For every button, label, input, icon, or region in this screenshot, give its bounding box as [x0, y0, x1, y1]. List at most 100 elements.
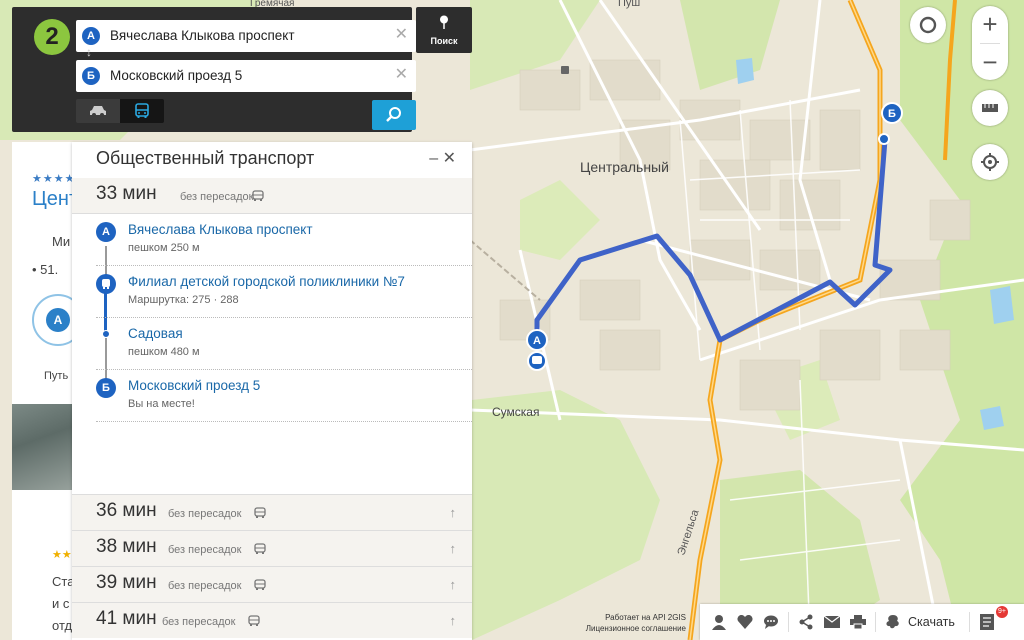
compass-button[interactable] — [910, 7, 946, 43]
expand-arrow-icon[interactable]: ↑ — [450, 505, 457, 520]
download-label[interactable]: Скачать — [908, 615, 955, 629]
zoom-in-button[interactable]: + — [972, 6, 1008, 42]
route-option-alt[interactable]: 39 мин без пересадок ↑ — [72, 566, 472, 602]
poisk-button[interactable]: Поиск — [416, 7, 472, 53]
heart-icon[interactable] — [732, 604, 758, 640]
from-pin-icon: А — [82, 27, 100, 45]
map-bus-icon — [561, 66, 569, 74]
step-name[interactable]: Московский проезд 5 — [128, 378, 260, 393]
step-name[interactable]: Вячеслава Клыкова проспект — [128, 222, 313, 237]
share-icon[interactable] — [793, 604, 819, 640]
license-link[interactable]: Лицензионное соглашение — [572, 623, 686, 634]
credits: Работает на API 2GIS Лицензионное соглаш… — [572, 612, 686, 634]
locate-me-button[interactable] — [972, 144, 1008, 180]
notification-badge: 9+ — [996, 606, 1008, 618]
step-bus-stop[interactable]: Филиал детской городской поликлиники №7 … — [96, 266, 472, 318]
car-mode-button[interactable] — [76, 99, 120, 123]
route-link[interactable]: Путь — [44, 370, 68, 382]
option-bus-icon — [254, 506, 266, 524]
from-field[interactable]: А Вячеслава Клыкова проспект ✕ — [76, 20, 416, 52]
route-marker-b[interactable]: Б — [881, 102, 903, 124]
route-option-alt[interactable]: 38 мин без пересадок ↑ — [72, 530, 472, 566]
step-name[interactable]: Садовая — [128, 326, 183, 341]
app-download-icon[interactable] — [880, 604, 906, 640]
mail-icon[interactable] — [819, 604, 845, 640]
step-exit-stop[interactable]: Садовая пешком 480 м — [96, 318, 472, 370]
expand-arrow-icon[interactable]: ↑ — [450, 613, 457, 628]
pin-icon — [416, 15, 472, 32]
place-line-1: Ми — [52, 234, 71, 249]
to-field[interactable]: Б Московский проезд 5 ✕ — [76, 60, 416, 92]
step-end[interactable]: Б Московский проезд 5 Вы на месте! — [96, 370, 472, 422]
zoom-control: + − — [972, 6, 1008, 80]
option-note: без пересадок — [168, 580, 242, 592]
clear-to-icon[interactable]: ✕ — [395, 66, 408, 84]
bottom-toolbar: Скачать — [700, 604, 1024, 640]
step-sub: пешком 480 м — [128, 346, 200, 358]
swap-icon[interactable]: ↕ — [86, 45, 92, 59]
to-pin-icon: Б — [82, 67, 100, 85]
divider — [788, 612, 789, 632]
ruler-icon — [982, 104, 998, 112]
step-name[interactable]: Филиал детской городской поликлиники №7 — [128, 274, 405, 289]
place-line-2: • 51. — [32, 262, 59, 277]
marker-a-letter: А — [533, 335, 541, 347]
marker-b-letter: Б — [888, 108, 896, 120]
map-label-top-street: Пуш — [618, 0, 640, 9]
rating-stars: ★★★★ — [32, 173, 76, 185]
clear-from-icon[interactable]: ✕ — [395, 26, 408, 44]
crosshair-icon — [981, 153, 999, 171]
option-bus-icon — [254, 578, 266, 596]
option-note: без пересадок — [168, 544, 242, 556]
bus-mode-button[interactable] — [120, 99, 164, 123]
expand-arrow-icon[interactable]: ↑ — [450, 577, 457, 592]
step-sub: Вы на месте! — [128, 398, 195, 410]
user-icon[interactable] — [706, 604, 732, 640]
ring-letter: А — [46, 308, 70, 332]
stop-dot — [102, 330, 110, 338]
step-start[interactable]: А Вячеслава Клыкова проспект пешком 250 … — [96, 214, 472, 266]
map-label-central: Центральный — [580, 159, 669, 175]
bus-stop-icon — [96, 274, 116, 294]
bus-stop-marker[interactable] — [527, 351, 547, 371]
map-label-sumskaya: Сумская — [492, 405, 539, 419]
bus-icon — [135, 103, 149, 118]
route-option-alt[interactable]: 41 мин без пересадок ↑ — [72, 602, 472, 638]
option-time: 41 мин — [96, 608, 157, 629]
step-sub: Маршрутка: 275 · 288 — [128, 294, 239, 306]
expand-arrow-icon[interactable]: ↑ — [450, 541, 457, 556]
option-bus-icon — [252, 189, 264, 207]
search-icon — [386, 107, 401, 122]
transit-panel: Общественный транспорт – ✕ 33 мин без пе… — [72, 142, 472, 640]
option-note: без пересадок — [180, 191, 254, 203]
poisk-label: Поиск — [430, 36, 458, 46]
route-marker-a[interactable]: А — [526, 329, 548, 351]
2gis-logo[interactable]: 2 — [34, 19, 70, 55]
option-time: 38 мин — [96, 536, 157, 557]
option-time: 36 мин — [96, 500, 157, 521]
from-input[interactable]: Вячеслава Клыкова проспект — [110, 28, 295, 43]
divider — [875, 612, 876, 632]
zoom-out-button[interactable]: − — [972, 44, 1008, 80]
review-text-2: и с — [52, 596, 70, 611]
compass-icon — [919, 16, 937, 34]
step-a-badge: А — [96, 222, 116, 242]
chat-icon[interactable] — [758, 604, 784, 640]
ruler-button[interactable] — [972, 90, 1008, 126]
search-go-button[interactable] — [372, 100, 416, 130]
transport-mode-switch — [76, 99, 164, 123]
option-note: без пересадок — [168, 508, 242, 520]
print-icon[interactable] — [845, 604, 871, 640]
option-time: 39 мин — [96, 572, 157, 593]
step-sub: пешком 250 м — [128, 242, 200, 254]
route-option-alt[interactable]: 36 мин без пересадок ↑ — [72, 494, 472, 530]
minimize-and-close-icons[interactable]: – ✕ — [429, 150, 456, 167]
car-icon — [90, 106, 106, 117]
to-input[interactable]: Московский проезд 5 — [110, 68, 242, 83]
option-time: 33 мин — [96, 183, 157, 204]
option-bus-icon — [248, 614, 260, 632]
transit-title: Общественный транспорт — [96, 148, 315, 168]
api-credit[interactable]: Работает на API 2GIS — [572, 612, 686, 623]
panel-controls[interactable]: – ✕ — [429, 148, 456, 168]
route-option-selected[interactable]: 33 мин без пересадок — [72, 178, 472, 214]
